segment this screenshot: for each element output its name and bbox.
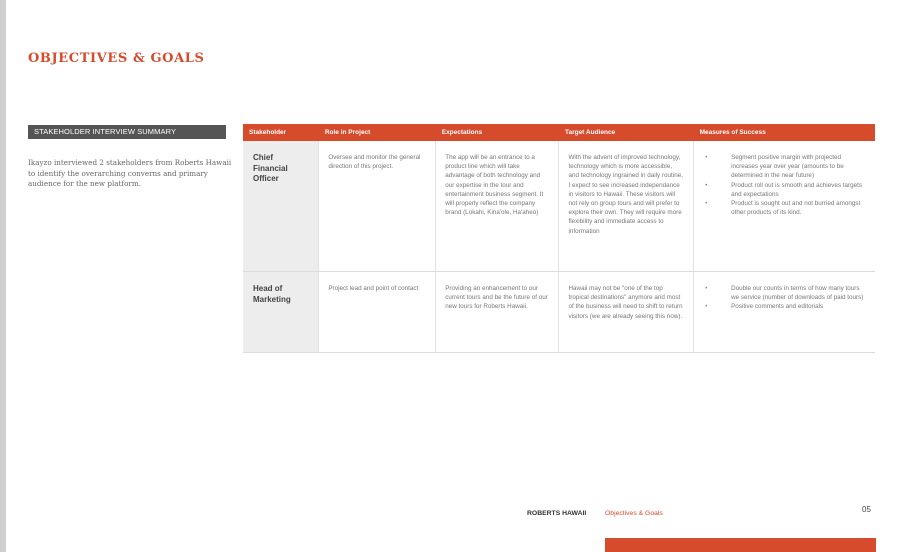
measure-item: Segment positive margin with projected i…	[705, 153, 866, 181]
stakeholder-table: Stakeholder Role in Project Expectations…	[243, 124, 875, 353]
footer-brand: ROBERTS HAWAII	[527, 510, 587, 517]
table-header-row: Stakeholder Role in Project Expectations…	[243, 124, 875, 141]
footer-accent-bar	[605, 538, 876, 552]
measure-item: Product is sought out and not burried am…	[705, 199, 866, 217]
summary-badge: STAKEHOLDER INTERVIEW SUMMARY	[28, 125, 226, 139]
page-title: OBJECTIVES & GOALS	[28, 51, 205, 66]
page-edge	[0, 0, 6, 552]
table-row: Head of Marketing Project lead and point…	[243, 271, 875, 353]
header-measures: Measures of Success	[693, 124, 875, 141]
measures-cell: Double our counts in terms of how many t…	[693, 271, 875, 353]
header-expectations: Expectations	[435, 124, 559, 141]
table-row: Chief Financial Officer Oversee and moni…	[243, 141, 875, 272]
role-cell: Oversee and monitor the general directio…	[318, 141, 436, 272]
measures-list: Double our counts in terms of how many t…	[703, 284, 866, 312]
measure-item: Product roll out is smooth and achieves …	[705, 181, 866, 199]
audience-cell: Hawaii may not be "one of the top tropic…	[558, 271, 694, 353]
footer-section: Objectives & Goals	[605, 510, 663, 517]
header-role: Role in Project	[318, 124, 436, 141]
role-cell: Project lead and point of contact	[318, 271, 436, 353]
header-stakeholder: Stakeholder	[243, 124, 319, 141]
page-number: 05	[862, 505, 871, 514]
measures-cell: Segment positive margin with projected i…	[693, 141, 875, 272]
stakeholder-cell: Head of Marketing	[243, 271, 319, 353]
audience-cell: With the advent of improved technology, …	[558, 141, 694, 272]
measure-item: Positive comments and editorials	[705, 302, 866, 311]
measure-item: Double our counts in terms of how many t…	[705, 284, 866, 302]
header-target-audience: Target Audience	[558, 124, 694, 141]
measures-list: Segment positive margin with projected i…	[703, 153, 866, 217]
expectations-cell: The app will be an entrance to a product…	[435, 141, 559, 272]
stakeholder-cell: Chief Financial Officer	[243, 141, 319, 272]
expectations-cell: Providing an enhancement to our current …	[435, 271, 559, 353]
summary-text: Ikayzo interviewed 2 stakeholders from R…	[28, 158, 232, 188]
